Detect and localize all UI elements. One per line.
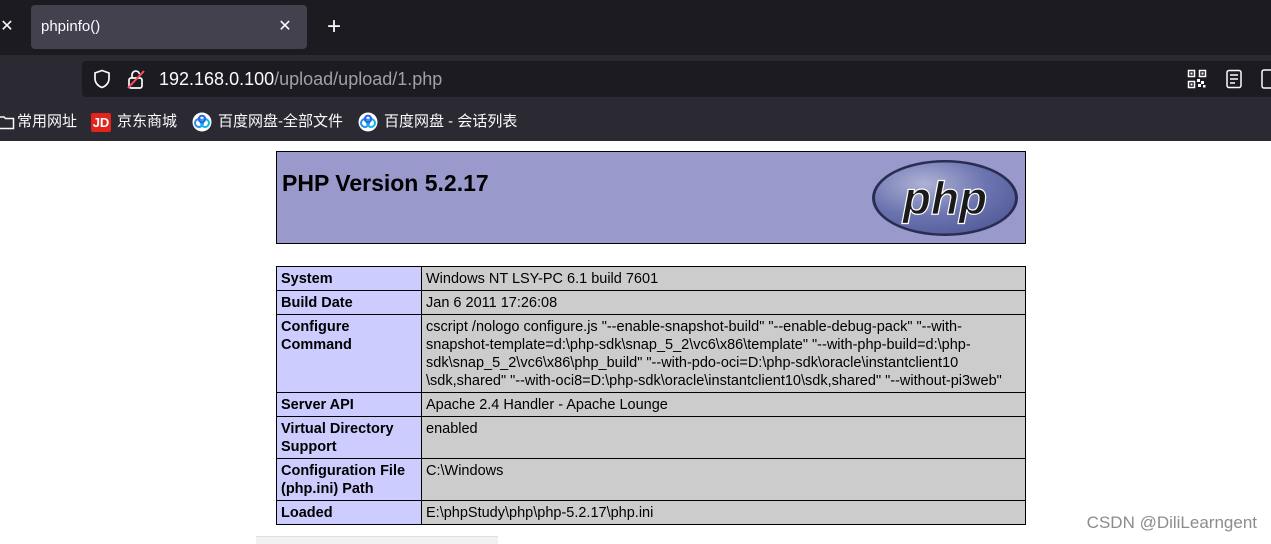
jd-icon: JD <box>91 113 111 132</box>
page-actions-icon[interactable] <box>1260 65 1271 93</box>
shield-icon[interactable] <box>92 69 112 89</box>
folder-icon <box>0 116 15 130</box>
row-value: Apache 2.4 Handler - Apache Lounge <box>421 392 1026 417</box>
table-row: Configure Command cscript /nologo config… <box>276 314 1026 393</box>
bookmark-baidu-netdisk-sessions[interactable]: 百度网盘 - 会话列表 <box>358 103 523 141</box>
tab-strip: ✕ phpinfo() ✕ + <box>0 0 1271 55</box>
table-row: Loaded E:\phpStudy\php\php-5.2.17\php.in… <box>276 500 1026 525</box>
table-row: Build Date Jan 6 2011 17:26:08 <box>276 290 1026 315</box>
table-row: Virtual Directory Support enabled <box>276 416 1026 459</box>
row-value: Jan 6 2011 17:26:08 <box>421 290 1026 315</box>
row-value: Windows NT LSY-PC 6.1 build 7601 <box>421 266 1026 291</box>
row-key: Configuration File (php.ini) Path <box>276 458 422 501</box>
row-value: enabled <box>421 416 1026 459</box>
row-value-line: \sdk,shared" "--with-oci8=D:\php-sdk\ora… <box>426 373 1002 389</box>
bookmark-jd[interactable]: JD 京东商城 <box>91 103 183 141</box>
phpinfo-table: System Windows NT LSY-PC 6.1 build 7601 … <box>276 266 1026 525</box>
baidu-netdisk-icon <box>192 112 212 132</box>
table-row: System Windows NT LSY-PC 6.1 build 7601 <box>276 266 1026 291</box>
url-host: 192.168.0.100 <box>159 69 275 89</box>
baidu-netdisk-icon <box>358 112 378 132</box>
row-key-line: Configure <box>281 319 350 335</box>
row-key-line: Support <box>281 439 337 455</box>
tab-phpinfo[interactable]: phpinfo() ✕ <box>31 5 307 49</box>
reader-view-icon[interactable] <box>1224 69 1244 89</box>
row-value-line: cscript /nologo configure.js "--enable-s… <box>426 319 962 335</box>
bookmarks-toolbar: 常用网址 JD 京东商城 百度网盘-全部文件 百度网盘 - 会话列表 <box>0 103 1271 141</box>
row-value: cscript /nologo configure.js "--enable-s… <box>421 314 1026 393</box>
url-path: /upload/upload/1.php <box>274 69 443 89</box>
bookmark-label: 百度网盘 - 会话列表 <box>384 113 518 130</box>
php-version-header: PHP Version 5.2.17 php <box>276 151 1026 244</box>
bookmark-label: 京东商城 <box>117 113 178 130</box>
row-value-line: snapshot-template=d:\php-sdk\snap_5_2\vc… <box>426 337 971 353</box>
row-key-line: (php.ini) Path <box>281 481 374 497</box>
row-key: Loaded <box>276 500 422 525</box>
watermark: CSDN @DiliLearngent <box>1086 513 1257 532</box>
row-key-line: Configuration File <box>281 463 406 479</box>
row-key: Build Date <box>276 290 422 315</box>
bookmark-folder-common-sites[interactable]: 常用网址 <box>0 103 80 141</box>
new-tab-button[interactable]: + <box>320 13 348 41</box>
row-key-line: Command <box>281 337 352 353</box>
address-bar[interactable]: 192.168.0.100/upload/upload/1.php <box>82 61 1271 97</box>
row-key-line: Virtual Directory <box>281 421 394 437</box>
row-key: Configure Command <box>276 314 422 393</box>
table-row: Server API Apache 2.4 Handler - Apache L… <box>276 392 1026 417</box>
row-key: Server API <box>276 392 422 417</box>
navigation-toolbar: 192.168.0.100/upload/upload/1.php <box>0 55 1271 103</box>
url-text[interactable]: 192.168.0.100/upload/upload/1.php <box>159 61 442 97</box>
row-value: C:\Windows <box>421 458 1026 501</box>
svg-text:php: php <box>901 172 987 224</box>
page-title: PHP Version 5.2.17 <box>282 170 489 196</box>
tab-title: phpinfo() <box>41 18 101 35</box>
table-row: Configuration File (php.ini) Path C:\Win… <box>276 458 1026 501</box>
bookmark-label: 常用网址 <box>17 113 78 130</box>
tab-close-icon[interactable]: ✕ <box>275 17 295 37</box>
row-key: Virtual Directory Support <box>276 416 422 459</box>
php-logo-icon: php <box>872 160 1018 236</box>
insecure-lock-icon[interactable] <box>125 68 147 90</box>
row-value-line: sdk\snap_5_2\vc6\x86\php_build" "--with-… <box>426 355 959 371</box>
row-key: System <box>276 266 422 291</box>
bookmark-label: 百度网盘-全部文件 <box>218 113 343 130</box>
previous-tab-close-icon[interactable]: ✕ <box>0 16 14 38</box>
bookmark-baidu-netdisk-files[interactable]: 百度网盘-全部文件 <box>192 103 348 141</box>
row-value: E:\phpStudy\php\php-5.2.17\php.ini <box>421 500 1026 525</box>
qr-code-icon[interactable] <box>1187 69 1207 89</box>
